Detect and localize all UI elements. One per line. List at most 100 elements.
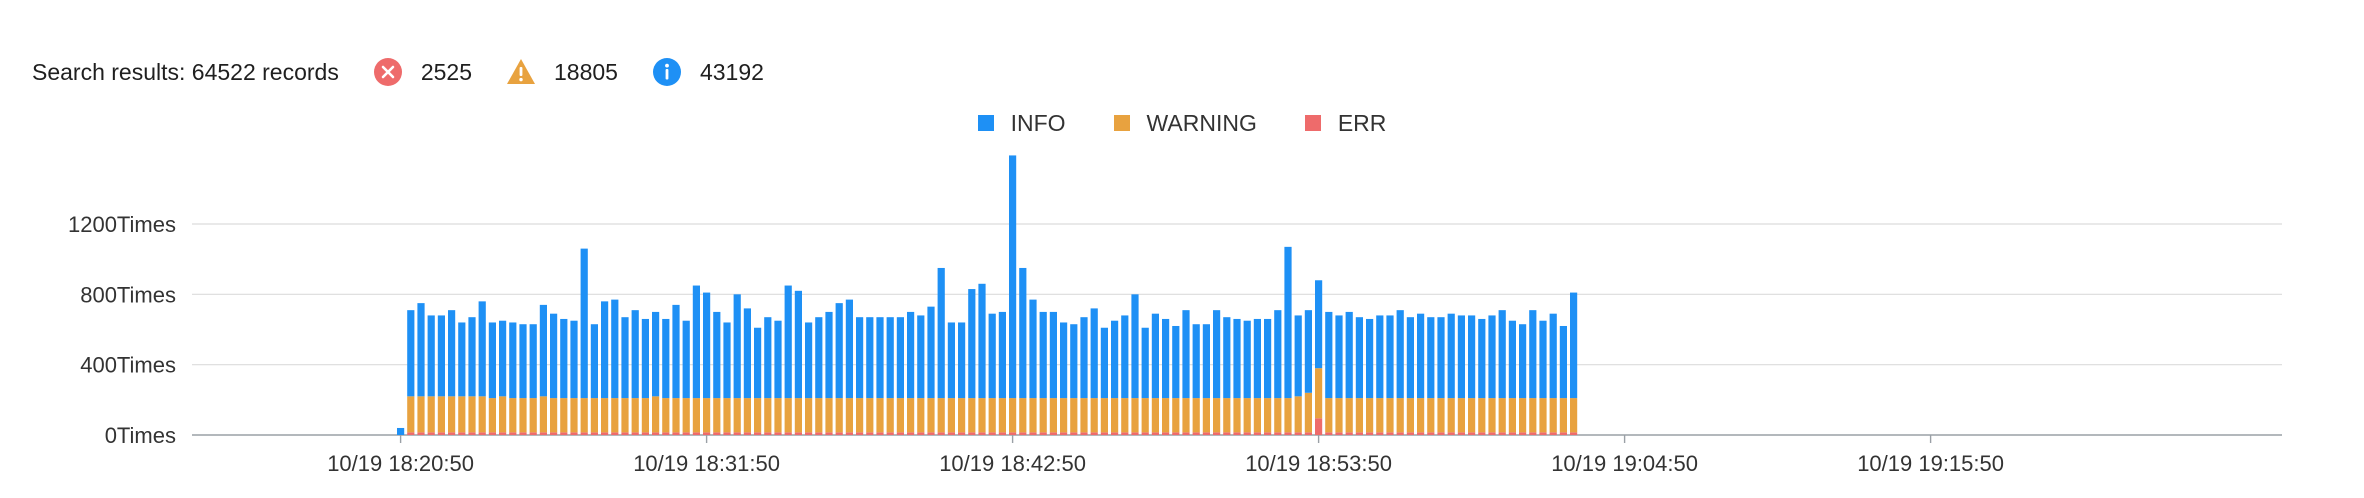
bar-segment-warning[interactable] [499,396,507,433]
bar-segment-info[interactable] [1406,317,1414,399]
bar-segment-info[interactable] [723,322,731,399]
bar-segment-err[interactable] [1478,432,1486,435]
bar-segment-err[interactable] [662,432,670,435]
bar-segment-err[interactable] [1335,432,1343,435]
bar-segment-warning[interactable] [1478,398,1486,433]
bar-segment-err[interactable] [917,432,925,435]
bar-segment-err[interactable] [1172,432,1180,435]
bar-segment-err[interactable] [1355,432,1363,435]
bar-segment-err[interactable] [713,432,721,435]
bar-segment-info[interactable] [1111,320,1119,399]
bar-segment-warning[interactable] [1498,398,1506,433]
bar-segment-warning[interactable] [692,398,700,433]
bar-segment-info[interactable] [825,311,833,399]
bar-segment-warning[interactable] [1539,398,1547,433]
bar-segment-info[interactable] [1049,311,1057,399]
bar-segment-info[interactable] [1366,318,1374,399]
bar-segment-warning[interactable] [1029,398,1037,433]
bar-segment-err[interactable] [1100,432,1108,435]
bar-segment-err[interactable] [1417,432,1425,435]
bar-segment-warning[interactable] [1406,398,1414,433]
bar-segment-err[interactable] [1049,432,1057,435]
bar-segment-warning[interactable] [1172,398,1180,433]
bar-segment-err[interactable] [784,432,792,435]
bar-segment-warning[interactable] [1457,398,1465,433]
bar-segment-warning[interactable] [652,396,660,433]
bar-segment-warning[interactable] [1131,398,1139,433]
bar-segment-err[interactable] [1162,432,1170,435]
bar-segment-info[interactable] [764,317,772,399]
bar-segment-info[interactable] [1447,313,1455,399]
bar-segment-err[interactable] [1009,432,1017,435]
bar-segment-err[interactable] [1488,432,1496,435]
bar-segment-info[interactable] [1315,280,1323,369]
bar-segment-warning[interactable] [1437,398,1445,433]
bar-segment-err[interactable] [1529,432,1537,435]
bar-segment-warning[interactable] [1151,398,1159,433]
bar-segment-warning[interactable] [1396,398,1404,433]
bar-segment-err[interactable] [978,432,986,435]
bar-segment-info[interactable] [407,310,415,397]
bar-segment-warning[interactable] [478,396,486,433]
bar-segment-info[interactable] [1121,315,1129,399]
bar-segment-err[interactable] [448,432,456,435]
bar-segment-info[interactable] [458,322,466,397]
bar-segment-warning[interactable] [968,398,976,433]
bar-segment-err[interactable] [743,432,751,435]
bar-segment-err[interactable] [947,432,955,435]
bar-segment-info[interactable] [1304,310,1312,393]
bar-segment-info[interactable] [1539,320,1547,399]
bar-segment-warning[interactable] [509,398,517,433]
bar-segment-err[interactable] [764,432,772,435]
bar-segment-info[interactable] [1192,324,1200,399]
bar-segment-err[interactable] [1376,432,1384,435]
bar-segment-info[interactable] [866,317,874,399]
bar-segment-warning[interactable] [448,396,456,433]
bar-segment-warning[interactable] [978,398,986,433]
bar-segment-info[interactable] [774,320,782,399]
bar-segment-err[interactable] [570,432,578,435]
bar-segment-info[interactable] [692,285,700,399]
bar-segment-err[interactable] [815,432,823,435]
bar-segment-err[interactable] [1549,432,1557,435]
bar-segment-err[interactable] [794,432,802,435]
bar-segment-err[interactable] [1151,432,1159,435]
bar-segment-info[interactable] [641,318,649,399]
bar-segment-info[interactable] [1417,313,1425,399]
bar-segment-warning[interactable] [1100,398,1108,433]
bar-segment-warning[interactable] [1192,398,1200,433]
bar-segment-info[interactable] [509,322,517,399]
bar-segment-err[interactable] [968,432,976,435]
bar-segment-warning[interactable] [917,398,925,433]
bar-segment-info[interactable] [917,315,925,399]
bar-segment-err[interactable] [1121,432,1129,435]
bar-segment-err[interactable] [509,432,517,435]
bar-segment-info[interactable] [427,315,435,397]
bar-segment-info[interactable] [1549,313,1557,399]
bar-segment-err[interactable] [437,432,445,435]
bar-segment-info[interactable] [1396,310,1404,399]
bar-segment-warning[interactable] [1009,398,1017,433]
bar-segment-warning[interactable] [539,396,547,433]
bar-segment-warning[interactable] [427,396,435,433]
bar-segment-err[interactable] [458,432,466,435]
bar-segment-err[interactable] [1039,432,1047,435]
bar-segment-warning[interactable] [1111,398,1119,433]
bar-segment-info[interactable] [1213,310,1221,399]
bar-segment-warning[interactable] [1233,398,1241,433]
bar-segment-err[interactable] [1559,432,1567,435]
bar-segment-err[interactable] [1325,432,1333,435]
bar-segment-warning[interactable] [407,396,415,433]
bar-segment-info[interactable] [539,304,547,397]
bar-segment-info[interactable] [1570,292,1578,399]
bar-segment-err[interactable] [1192,432,1200,435]
bar-segment-warning[interactable] [907,398,915,433]
bar-segment-info[interactable] [1162,318,1170,399]
bar-segment-info[interactable] [1233,318,1241,399]
bar-segment-warning[interactable] [1202,398,1210,433]
bar-segment-info[interactable] [907,311,915,399]
bar-segment-warning[interactable] [682,398,690,433]
bar-segment-warning[interactable] [601,398,609,433]
bar-segment-err[interactable] [866,432,874,435]
bar-segment-info[interactable] [1376,315,1384,399]
